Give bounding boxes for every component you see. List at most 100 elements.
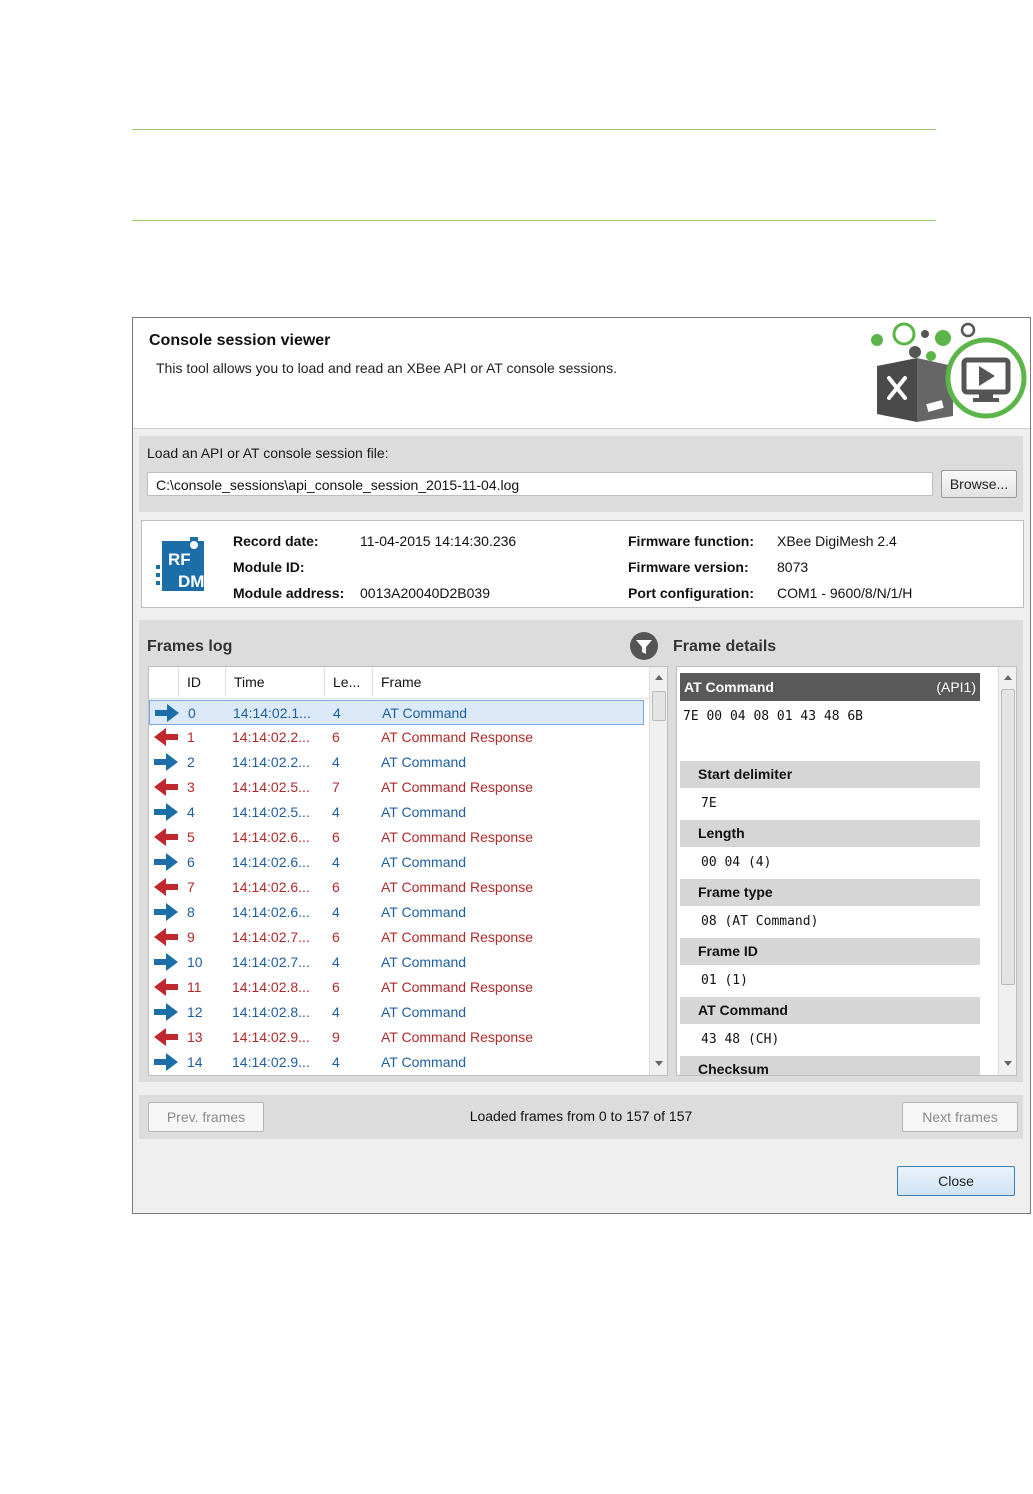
scroll-down-arrow-icon[interactable] [655, 1061, 663, 1066]
outgoing-arrow-icon [154, 903, 178, 921]
table-row[interactable]: 4 14:14:02.5... 4 AT Command [149, 800, 644, 825]
row-time: 14:14:02.6... [232, 904, 310, 920]
row-id: 6 [187, 854, 195, 870]
row-frame: AT Command Response [381, 879, 533, 895]
module-address-value: 0013A20040D2B039 [360, 585, 491, 601]
details-scroll-thumb[interactable] [1001, 689, 1015, 985]
session-file-path-input[interactable]: C:\console_sessions\api_console_session_… [147, 472, 933, 496]
row-id: 9 [187, 929, 195, 945]
row-length: 9 [332, 1029, 340, 1045]
header-length[interactable]: Le... [325, 667, 373, 697]
incoming-arrow-icon [154, 928, 178, 946]
frame-details-title: Frame details [673, 638, 777, 655]
header-frame[interactable]: Frame [373, 667, 649, 697]
incoming-arrow-icon [154, 828, 178, 846]
row-time: 14:14:02.6... [232, 854, 310, 870]
row-time: 14:14:02.6... [232, 829, 310, 845]
row-length: 7 [332, 779, 340, 795]
frame-details-scrollbar[interactable] [998, 667, 1016, 1075]
incoming-arrow-icon [154, 728, 178, 746]
row-frame: AT Command [381, 854, 467, 870]
table-row[interactable]: 3 14:14:02.5... 7 AT Command Response [149, 775, 644, 800]
table-header: ID Time Le... Frame [149, 667, 649, 699]
row-frame: AT Command [381, 754, 467, 770]
table-row[interactable]: 14 14:14:02.9... 4 AT Command [149, 1050, 644, 1075]
row-time: 14:14:02.6... [232, 879, 310, 895]
table-row[interactable]: 8 14:14:02.6... 4 AT Command [149, 900, 644, 925]
browse-button[interactable]: Browse... [941, 470, 1017, 498]
field-value: 7E [701, 796, 717, 811]
table-row[interactable]: 12 14:14:02.8... 4 AT Command [149, 1000, 644, 1025]
outgoing-arrow-icon [154, 753, 178, 771]
table-row[interactable]: 9 14:14:02.7... 6 AT Command Response [149, 925, 644, 950]
row-length: 6 [332, 829, 340, 845]
incoming-arrow-icon [154, 778, 178, 796]
row-frame: AT Command Response [381, 929, 533, 945]
field-name: AT Command [680, 997, 980, 1024]
load-session-panel: Load an API or AT console session file: … [139, 436, 1023, 512]
table-row[interactable]: 6 14:14:02.6... 4 AT Command [149, 850, 644, 875]
table-row[interactable]: 0 14:14:02.1... 4 AT Command [149, 700, 644, 725]
scroll-up-arrow-icon[interactable] [655, 675, 663, 680]
field-value: 43 48 (CH) [701, 1032, 780, 1047]
row-id: 12 [187, 1004, 203, 1020]
row-length: 4 [332, 754, 340, 770]
tools-console-logo-icon [871, 322, 1027, 422]
port-configuration-value: COM1 - 9600/8/N/1/H [777, 585, 913, 601]
row-time: 14:14:02.9... [232, 1054, 310, 1070]
row-time: 14:14:02.2... [232, 729, 310, 745]
row-frame: AT Command Response [381, 779, 533, 795]
api-mode-label: (API1) [936, 679, 976, 695]
row-length: 6 [332, 979, 340, 995]
row-frame: AT Command Response [381, 979, 533, 995]
row-frame: AT Command [382, 705, 468, 721]
frames-pager: Prev. frames Loaded frames from 0 to 157… [139, 1095, 1023, 1139]
next-frames-button[interactable]: Next frames [902, 1102, 1018, 1132]
table-row[interactable]: 5 14:14:02.6... 6 AT Command Response [149, 825, 644, 850]
rf-digimesh-module-icon: RF DM [156, 537, 204, 591]
header-time[interactable]: Time [226, 667, 325, 697]
row-id: 11 [187, 979, 202, 995]
row-time: 14:14:02.7... [232, 929, 310, 945]
frames-log-table: ID Time Le... Frame 0 14:14:02.1... 4 AT Co… [148, 666, 668, 1076]
dm-logo-text: DM [178, 572, 204, 591]
details-scroll-up-arrow-icon[interactable] [1004, 675, 1012, 680]
table-row[interactable]: 10 14:14:02.7... 4 AT Command [149, 950, 644, 975]
scroll-thumb[interactable] [652, 691, 666, 721]
row-length: 4 [332, 954, 340, 970]
header-id[interactable]: ID [179, 667, 226, 697]
row-frame: AT Command [381, 1004, 467, 1020]
table-row[interactable]: 11 14:14:02.8... 6 AT Command Response [149, 975, 644, 1000]
row-time: 14:14:02.5... [232, 779, 310, 795]
incoming-arrow-icon [154, 1028, 178, 1046]
close-button[interactable]: Close [897, 1166, 1015, 1196]
row-id: 10 [187, 954, 203, 970]
table-row[interactable]: 7 14:14:02.6... 6 AT Command Response [149, 875, 644, 900]
record-date-value: 11-04-2015 14:14:30.236 [360, 533, 517, 549]
row-time: 14:14:02.8... [232, 979, 310, 995]
incoming-arrow-icon [154, 878, 178, 896]
loaded-frames-info: Loaded frames from 0 to 157 of 157 [469, 1108, 693, 1124]
row-length: 4 [332, 904, 340, 920]
console-session-viewer-dialog: Console session viewer This tool allows … [132, 317, 1031, 1214]
table-row[interactable]: 2 14:14:02.2... 4 AT Command [149, 750, 644, 775]
table-row[interactable]: 13 14:14:02.9... 9 AT Command Response [149, 1025, 644, 1050]
row-frame: AT Command [381, 804, 467, 820]
row-id: 2 [187, 754, 195, 770]
outgoing-arrow-icon [154, 803, 178, 821]
details-scroll-down-arrow-icon[interactable] [1004, 1061, 1012, 1066]
row-id: 3 [187, 779, 195, 795]
field-name: Checksum [680, 1056, 980, 1075]
row-time: 14:14:02.2... [232, 754, 310, 770]
table-row[interactable]: 1 14:14:02.2... 6 AT Command Response [149, 725, 644, 750]
firmware-version-label: Firmware version: [628, 559, 749, 575]
row-id: 8 [187, 904, 195, 920]
field-name: Frame ID [680, 938, 980, 965]
field-name: Frame type [680, 879, 980, 906]
row-time: 14:14:02.5... [232, 804, 310, 820]
frames-log-scrollbar[interactable] [649, 667, 667, 1075]
row-frame: AT Command Response [381, 729, 533, 745]
row-length: 4 [332, 1004, 340, 1020]
filter-icon[interactable] [629, 631, 659, 661]
outgoing-arrow-icon [155, 704, 179, 722]
